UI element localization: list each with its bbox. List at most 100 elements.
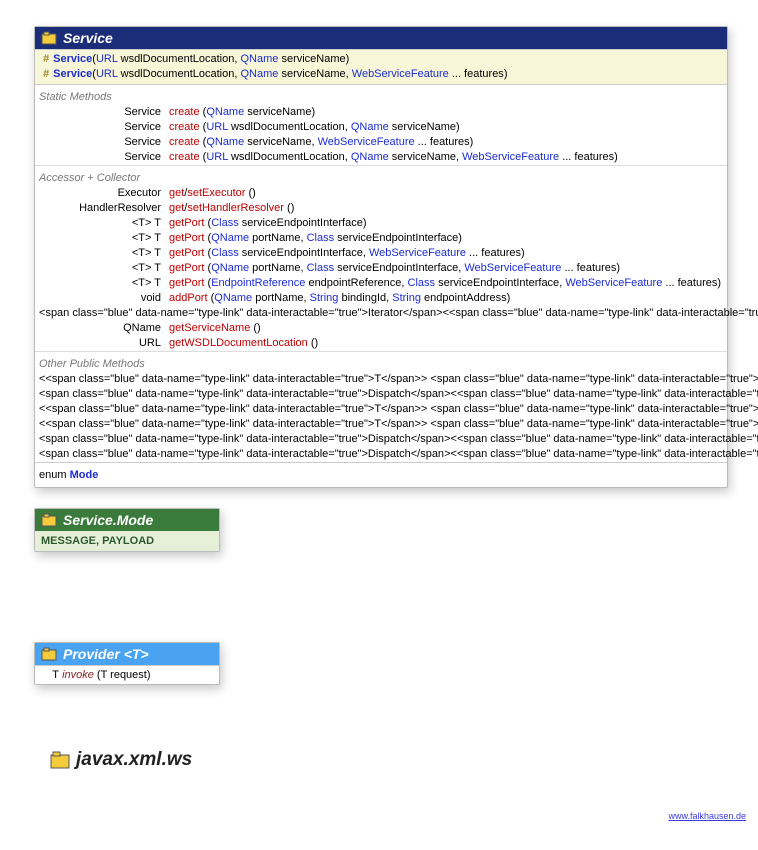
method-link[interactable]: setHandlerResolver (187, 202, 284, 214)
provider-header: Provider <T> (35, 643, 219, 665)
method-link[interactable]: create (169, 136, 200, 148)
type-link[interactable]: QName (240, 53, 278, 65)
return-type: <<span class="blue" data-name="type-link… (39, 402, 758, 417)
return-type: <T> T (39, 276, 169, 291)
type-link[interactable]: URL (206, 121, 228, 133)
return-type: HandlerResolver (39, 201, 169, 216)
other-methods-label: Other Public Methods (35, 351, 727, 372)
service-title: Service (63, 30, 113, 46)
method-row: <T> TgetPort (QName portName, Class serv… (35, 231, 727, 246)
method-row: <span class="blue" data-name="type-link"… (35, 306, 727, 321)
method-row: URLgetWSDLDocumentLocation () (35, 336, 727, 351)
type-link[interactable]: String (310, 292, 339, 304)
type-link[interactable]: QName (351, 121, 389, 133)
class-icon (41, 31, 57, 45)
type-link[interactable]: WebServiceFeature (462, 151, 559, 163)
invoke-method[interactable]: invoke (62, 669, 94, 681)
type-link[interactable]: EndpointReference (211, 277, 305, 289)
method-row: <T> TgetPort (EndpointReference endpoint… (35, 276, 727, 291)
method-link[interactable]: setExecutor (187, 187, 245, 199)
return-type: <span class="blue" data-name="type-link"… (39, 447, 758, 462)
return-type: <<span class="blue" data-name="type-link… (39, 372, 758, 387)
class-icon (41, 647, 57, 661)
package-icon (50, 751, 70, 769)
return-type: <span class="blue" data-name="type-link"… (39, 432, 758, 447)
type-link[interactable]: QName (206, 136, 244, 148)
return-type: <span class="blue" data-name="type-link"… (39, 306, 758, 321)
type-link[interactable]: Class (408, 277, 436, 289)
method-row: <span class="blue" data-name="type-link"… (35, 387, 727, 402)
method-row: <<span class="blue" data-name="type-link… (35, 372, 727, 387)
return-type: Service (39, 105, 169, 120)
type-link[interactable]: Class (211, 217, 239, 229)
type-link[interactable]: QName (351, 151, 389, 163)
type-link[interactable]: String (392, 292, 421, 304)
footer: www.falkhausen.de (0, 811, 758, 821)
return-type: void (39, 291, 169, 306)
type-link[interactable]: WebServiceFeature (352, 68, 449, 80)
method-row: Servicecreate (QName serviceName, WebSer… (35, 135, 727, 150)
type-link[interactable]: URL (96, 68, 118, 80)
type-link[interactable]: QName (211, 232, 249, 244)
method-row: voidaddPort (QName portName, String bind… (35, 291, 727, 306)
class-icon (41, 513, 57, 527)
type-link[interactable]: QName (240, 68, 278, 80)
method-link[interactable]: getWSDLDocumentLocation (169, 337, 308, 349)
return-type: Service (39, 150, 169, 165)
return-type: QName (39, 321, 169, 336)
type-link[interactable]: WebServiceFeature (318, 136, 415, 148)
provider-title: Provider <T> (63, 646, 149, 662)
method-row: <<span class="blue" data-name="type-link… (35, 417, 727, 432)
method-link[interactable]: getPort (169, 247, 204, 259)
provider-method-row: T invoke (T request) (35, 665, 219, 684)
mode-header: Service.Mode (35, 509, 219, 531)
method-link[interactable]: getPort (169, 232, 204, 244)
method-row: Servicecreate (URL wsdlDocumentLocation,… (35, 150, 727, 165)
type-link[interactable]: Class (211, 247, 239, 259)
return-type: <span class="blue" data-name="type-link"… (39, 387, 758, 402)
type-link[interactable]: WebServiceFeature (565, 277, 662, 289)
type-link[interactable]: WebServiceFeature (369, 247, 466, 259)
method-link[interactable]: getPort (169, 277, 204, 289)
method-link[interactable]: create (169, 151, 200, 163)
static-methods-label: Static Methods (35, 85, 727, 105)
service-header: Service (35, 27, 727, 49)
return-type: <T> T (39, 216, 169, 231)
method-row: <span class="blue" data-name="type-link"… (35, 447, 727, 462)
constructor-link[interactable]: Service (53, 52, 92, 67)
method-link[interactable]: get (169, 187, 184, 199)
method-link[interactable]: create (169, 106, 200, 118)
return-type: <<span class="blue" data-name="type-link… (39, 417, 758, 432)
constructor-row: #Service (URL wsdlDocumentLocation, QNam… (39, 52, 723, 67)
method-row: <T> TgetPort (QName portName, Class serv… (35, 261, 727, 276)
mode-values: MESSAGE, PAYLOAD (35, 531, 219, 551)
type-link[interactable]: QName (206, 106, 244, 118)
constructor-link[interactable]: Service (53, 67, 92, 82)
method-row: HandlerResolverget/setHandlerResolver () (35, 201, 727, 216)
type-link[interactable]: QName (214, 292, 252, 304)
bullet-icon: # (43, 52, 49, 67)
return-type: Service (39, 120, 169, 135)
method-row: Servicecreate (URL wsdlDocumentLocation,… (35, 120, 727, 135)
type-link[interactable]: QName (211, 262, 249, 274)
bullet-icon: # (43, 67, 49, 82)
method-link[interactable]: getServiceName (169, 322, 250, 334)
type-link[interactable]: WebServiceFeature (464, 262, 561, 274)
method-row: <T> TgetPort (Class serviceEndpointInter… (35, 216, 727, 231)
constructor-row: #Service (URL wsdlDocumentLocation, QNam… (39, 67, 723, 82)
method-link[interactable]: create (169, 121, 200, 133)
return-type: <T> T (39, 231, 169, 246)
type-link[interactable]: URL (96, 53, 118, 65)
type-link[interactable]: Class (307, 232, 335, 244)
method-link[interactable]: getPort (169, 217, 204, 229)
method-link[interactable]: get (169, 202, 184, 214)
footer-link[interactable]: www.falkhausen.de (668, 811, 746, 821)
mode-link[interactable]: Mode (70, 469, 99, 481)
type-link[interactable]: Class (307, 262, 335, 274)
package-label: javax.xml.ws (50, 749, 734, 771)
method-row: <T> TgetPort (Class serviceEndpointInter… (35, 246, 727, 261)
method-link[interactable]: getPort (169, 262, 204, 274)
return-type: Service (39, 135, 169, 150)
method-link[interactable]: addPort (169, 292, 208, 304)
type-link[interactable]: URL (206, 151, 228, 163)
